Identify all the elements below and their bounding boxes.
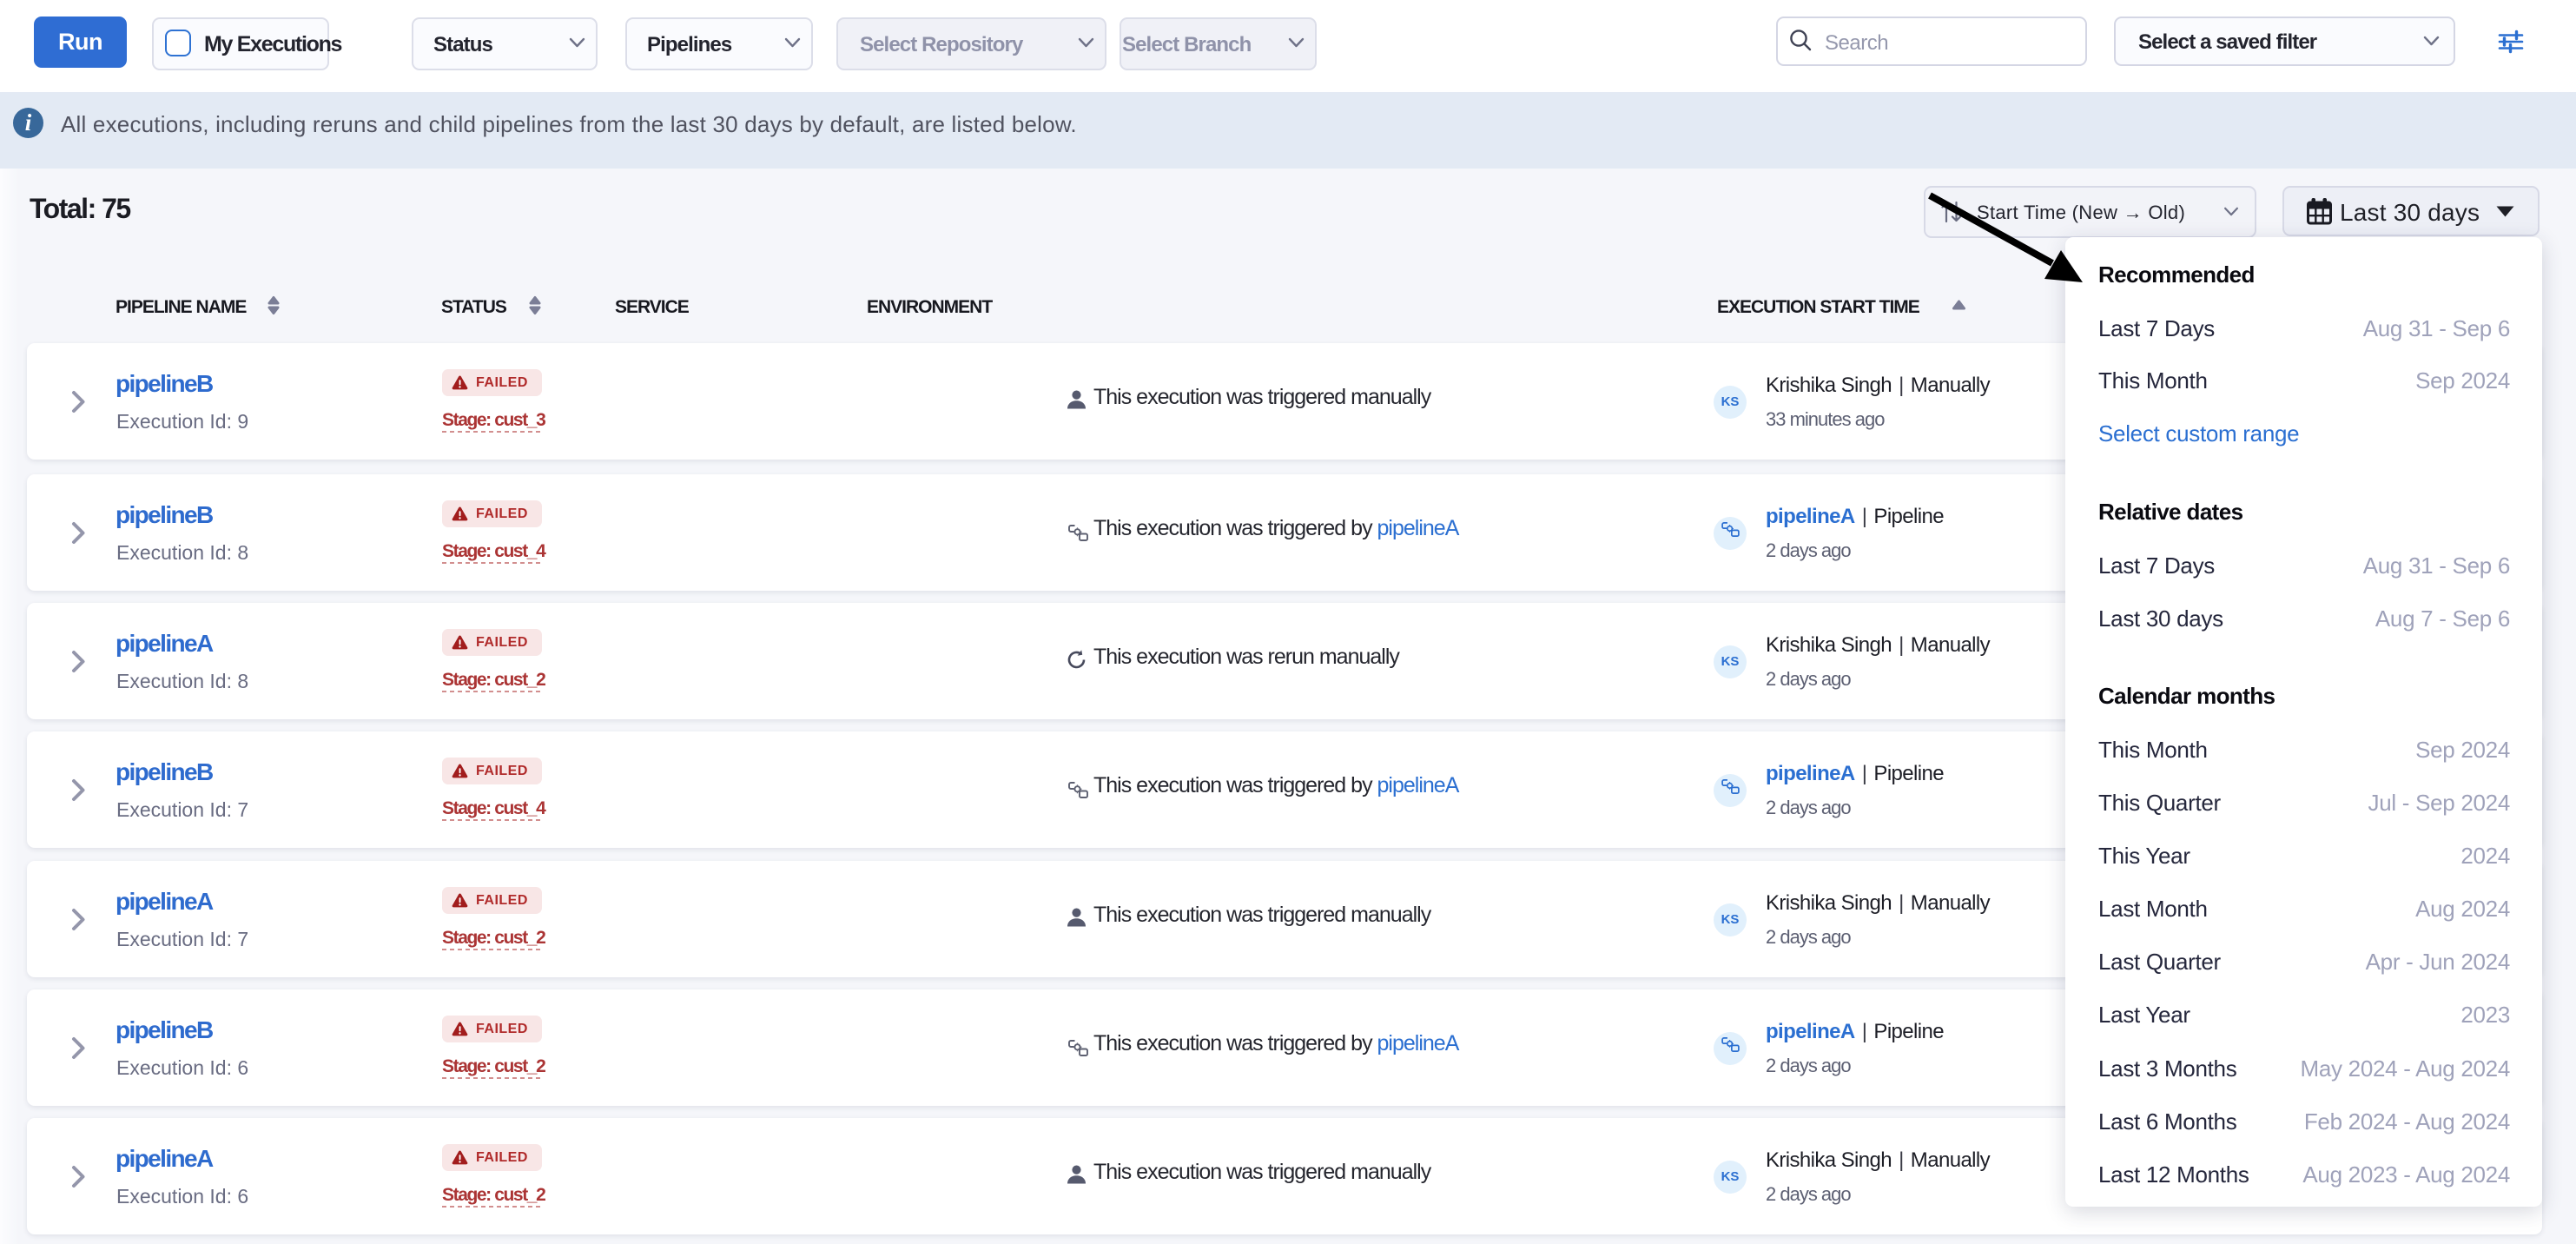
svg-text:i: i [25, 109, 32, 136]
